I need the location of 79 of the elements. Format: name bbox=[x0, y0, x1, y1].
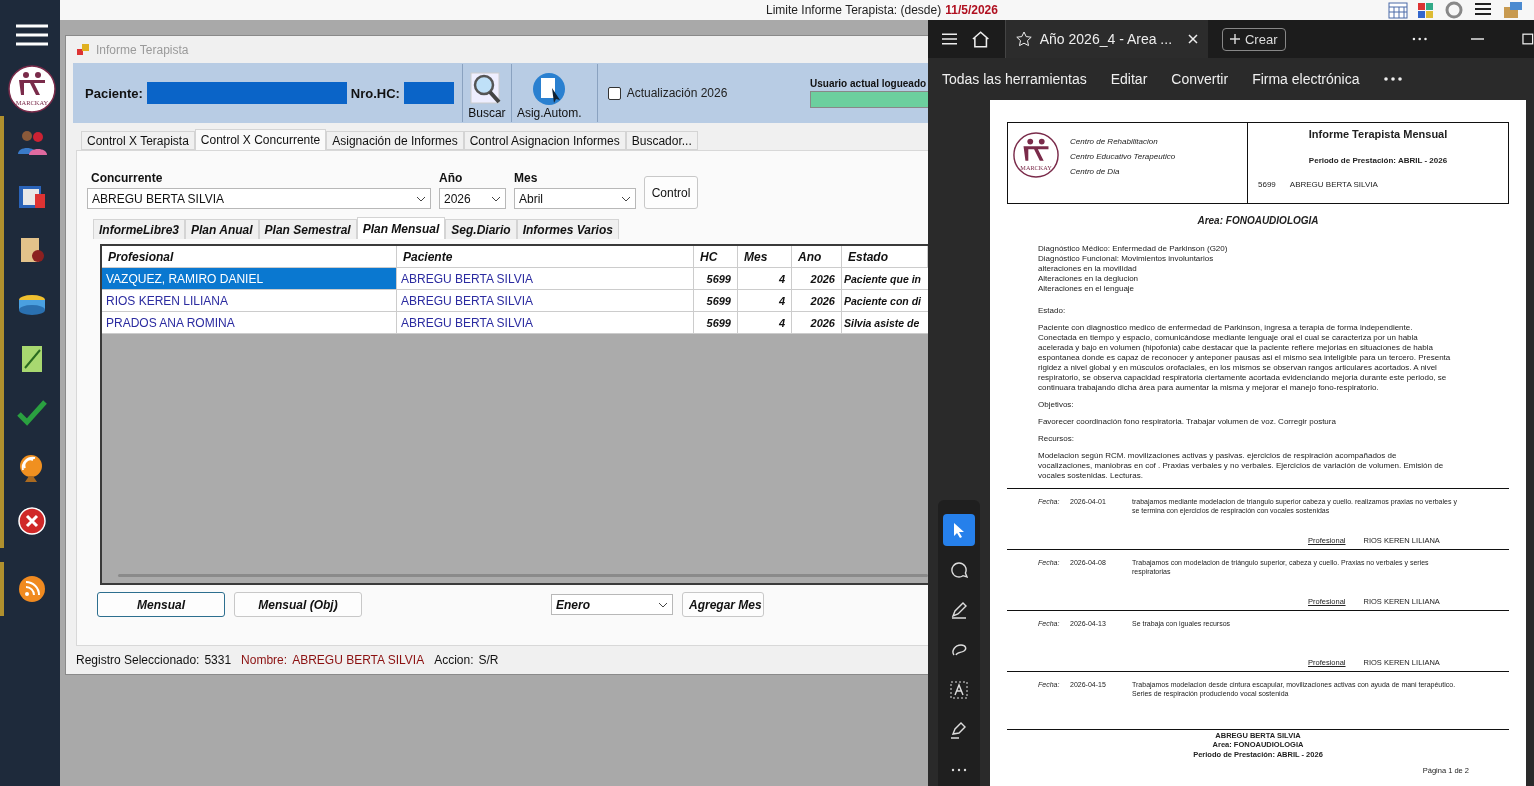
table-cell: 4 bbox=[738, 268, 792, 290]
table-cell: VAZQUEZ, RAMIRO DANIEL bbox=[102, 268, 397, 290]
menu-item[interactable]: Firma electrónica bbox=[1252, 71, 1360, 87]
table-cell: 2026 bbox=[792, 268, 842, 290]
month-select[interactable]: Abril bbox=[514, 188, 636, 209]
diagnosis-line: Alteraciones en el lenguaje bbox=[1038, 284, 1136, 294]
control-button[interactable]: Control bbox=[644, 176, 698, 209]
table-cell: 2026 bbox=[792, 290, 842, 312]
concurrente-label: Concurrente bbox=[91, 171, 164, 185]
table-cell: RIOS KEREN LILIANA bbox=[102, 290, 397, 312]
limit-label: Limite Informe Terapista: (desde) bbox=[766, 3, 942, 17]
area-title: Area: FONOAUDIOLOGIA bbox=[1197, 215, 1319, 226]
patient-label: Paciente: bbox=[85, 85, 143, 101]
section-heading: Recursos: bbox=[1038, 434, 1075, 444]
status-value: 5331 bbox=[204, 653, 232, 667]
menu-item[interactable]: Todas las herramientas bbox=[942, 71, 1087, 87]
status-value: S/R bbox=[478, 653, 499, 667]
checkbox-label: Actualización 2026 bbox=[626, 86, 728, 100]
tab[interactable]: Control X Concurrente bbox=[194, 129, 327, 150]
table-cell: ABREGU BERTA SILVIA bbox=[397, 290, 694, 312]
status-label: Accion: bbox=[434, 653, 474, 667]
center-name: Centro Educativo Terapeutico bbox=[1070, 152, 1176, 162]
search-button[interactable]: Buscar bbox=[461, 64, 511, 122]
diagnosis-line: Diagnóstico Médico: Enfermedad de Parkinson (G20) bbox=[1038, 244, 1229, 254]
add-month-button[interactable]: Agregar Mes bbox=[682, 592, 764, 617]
tab[interactable]: Control X Terapista bbox=[81, 131, 195, 150]
patient-name: ABREGU BERTA SILVIA bbox=[1289, 179, 1378, 190]
table-cell: 5699 bbox=[694, 290, 738, 312]
tab[interactable]: Buscador... bbox=[625, 131, 698, 150]
center-name: Centro de Rehabilitacion bbox=[1070, 137, 1159, 147]
menu-item[interactable]: Convertir bbox=[1171, 71, 1229, 87]
hc-label: Nro.HC: bbox=[350, 85, 400, 101]
report-title: Informe Terapista Mensual bbox=[1308, 128, 1448, 142]
table-cell: PRADOS ANA ROMINA bbox=[102, 312, 397, 334]
month-label: Mes bbox=[514, 171, 539, 185]
status-label: Nombre: bbox=[241, 653, 288, 667]
section-heading: Objetivos: bbox=[1038, 400, 1075, 410]
table-cell: 4 bbox=[738, 312, 792, 334]
diagnosis-line: Diagnóstico Funcional: Movimientos involuntarios bbox=[1038, 254, 1215, 264]
diagnosis-line: alteraciones en la movilidad bbox=[1038, 264, 1138, 274]
section-text: Modelacion según RCM. movilizaciones activas y pasivas. ejercicios de respiración acompañados de vocalizaciones, maniobras en cof . Praxias verbales y no verbales. Ejercicios de variación de volumen. Emisión de vocales sostenidas. Lecturas. bbox=[1038, 451, 1445, 481]
sub-tab[interactable]: Seg.Diario bbox=[445, 219, 517, 239]
tab[interactable]: Asignación de Informes bbox=[326, 131, 464, 150]
section-heading: Estado: bbox=[1038, 306, 1067, 316]
status-value: ABREGU BERTA SILVIA bbox=[292, 653, 425, 667]
table-cell: 5699 bbox=[694, 268, 738, 290]
document-tab[interactable]: Año 2026_4 - Area ... bbox=[1004, 20, 1208, 58]
update-checkbox[interactable]: Actualización 2026 bbox=[596, 64, 728, 122]
create-button[interactable]: Crear bbox=[1222, 27, 1286, 51]
auto-assign-button[interactable]: Asig.Autom. bbox=[510, 64, 587, 122]
sub-tab[interactable]: Plan Anual bbox=[185, 219, 259, 239]
period-text: Periodo de Prestación: ABRIL - 2026 bbox=[1308, 155, 1448, 166]
status-label: Registro Seleccionado: bbox=[76, 653, 200, 667]
report-button[interactable]: Mensual (Obj) bbox=[234, 592, 362, 617]
table-cell: 5699 bbox=[694, 312, 738, 334]
user-label: Usuario actual logueado bbox=[810, 78, 927, 89]
table-cell: ABREGU BERTA SILVIA bbox=[397, 312, 694, 334]
year-select[interactable]: 2026 bbox=[439, 188, 506, 209]
concurrente-select[interactable]: ABREGU BERTA SILVIA bbox=[87, 188, 431, 209]
month-select[interactable]: Enero bbox=[551, 594, 673, 615]
window-title: Informe Terapista bbox=[96, 42, 189, 57]
report-button[interactable]: Mensual bbox=[97, 592, 225, 617]
sub-tab[interactable]: Plan Mensual bbox=[356, 217, 446, 239]
table-cell: 4 bbox=[738, 290, 792, 312]
table-cell: ABREGU BERTA SILVIA bbox=[397, 268, 694, 290]
year-label: Año bbox=[439, 171, 464, 185]
sub-tab[interactable]: Plan Semestral bbox=[258, 219, 357, 239]
table-cell: 2026 bbox=[792, 312, 842, 334]
center-name: Centro de Dia bbox=[1070, 167, 1121, 177]
tab-title: Año 2026_4 - Area ... bbox=[1039, 31, 1174, 47]
limit-date: 11/5/2026 bbox=[945, 3, 998, 17]
sub-tab[interactable]: InformeLibre3 bbox=[93, 219, 185, 239]
tab[interactable]: Control Asignacion Informes bbox=[463, 131, 626, 150]
patient-hc: 5699 bbox=[1258, 179, 1276, 190]
section-text: Favorecer coordinación fono respiratoria. Trabajar volumen de voz. Corregir postura bbox=[1038, 417, 1337, 427]
menu-item[interactable]: Editar bbox=[1110, 71, 1148, 87]
sub-tab[interactable]: Informes Varios bbox=[516, 219, 619, 239]
diagnosis-line: Alteraciones en la deglucion bbox=[1038, 274, 1140, 284]
section-text: Paciente con diagnostico medico de enfermedad de Parkinson, ingresa a terapia de forma independiente. Conectada en tiempo y espacio, comunicándose mediante lenguaje oral el cual se caracteriza por un habla acelerada y bajo en volumen (hipofonia) cabe destacar que la paciente refiere mejorias en situaciones de habla espontanea donde es capaz de reconocer y anteponer pausas asi el mismo sea inteligible para un tercero. Presenta rigidez a nivel global y en músculos orofaciales, en los mismos se observan rangos articulares acortados. A nivel respiratorio, se observa capacidad respiratoria ciertamente acortada evidenciando mejoria durante este periodo, se continuara trabajando dicha área para aumentar la misma y mejorar el manejo fono-respiratorio. bbox=[1038, 323, 1452, 393]
